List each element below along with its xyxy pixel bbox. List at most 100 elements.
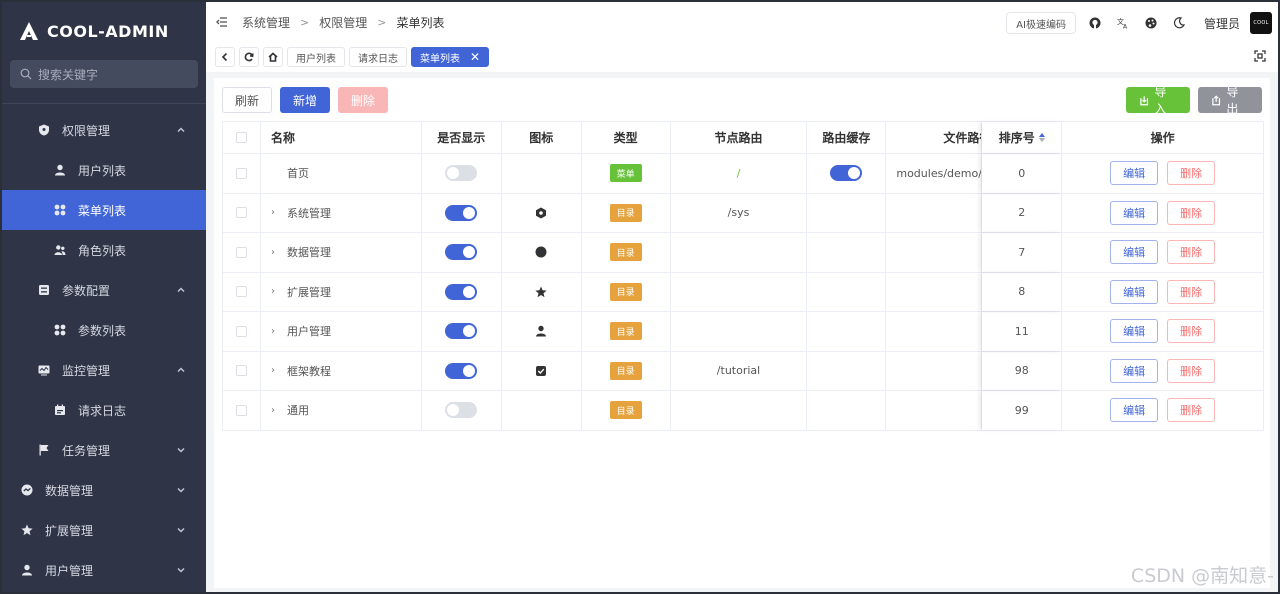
collapse-menu-icon[interactable]	[216, 14, 232, 30]
chevron-down-icon	[176, 564, 186, 574]
log-icon	[53, 403, 67, 417]
edit-button[interactable]: 编辑	[1110, 358, 1159, 383]
sidebar-item[interactable]: 用户列表	[2, 150, 206, 190]
row-checkbox[interactable]	[223, 351, 261, 390]
row-checkbox[interactable]	[223, 391, 261, 430]
refresh-button[interactable]: 刷新	[222, 87, 273, 113]
cell-name: 首页	[261, 154, 422, 193]
cell-name: › 数据管理	[261, 233, 422, 272]
close-icon[interactable]: ✕	[470, 51, 480, 63]
row-name: 通用	[286, 404, 309, 418]
cell-actions: 编辑 删除	[1062, 193, 1264, 232]
home-button[interactable]	[263, 47, 283, 67]
type-tag: 目录	[609, 361, 642, 380]
tab-item[interactable]: 用户列表	[287, 47, 345, 67]
edit-button[interactable]: 编辑	[1110, 279, 1159, 304]
cell-name: › 扩展管理	[261, 272, 422, 311]
row-delete-button[interactable]: 删除	[1167, 161, 1216, 186]
delete-button[interactable]: 删除	[338, 87, 389, 113]
show-toggle[interactable]	[445, 362, 478, 379]
header-type: 类型	[582, 122, 671, 153]
refresh-page-button[interactable]	[239, 47, 259, 67]
show-toggle[interactable]	[445, 323, 478, 340]
row-delete-button[interactable]: 删除	[1167, 200, 1216, 225]
cell-sort: 2	[982, 193, 1063, 232]
expand-chevron-icon[interactable]: ›	[271, 326, 281, 337]
header-sort[interactable]: 排序号	[982, 122, 1063, 153]
export-icon	[1212, 94, 1221, 105]
sidebar-item[interactable]: 菜单列表	[2, 190, 206, 230]
select-all-checkbox[interactable]	[223, 122, 261, 153]
sidebar-item-label: 数据管理	[45, 483, 94, 498]
row-checkbox[interactable]	[223, 233, 261, 272]
sidebar-item[interactable]: 监控管理	[2, 350, 206, 390]
cell-type: 目录	[582, 233, 671, 272]
fullscreen-icon[interactable]	[1254, 50, 1268, 64]
github-icon[interactable]	[1086, 14, 1104, 32]
row-name: 扩展管理	[286, 285, 331, 299]
row-delete-button[interactable]: 删除	[1167, 279, 1216, 304]
tab-prev-button[interactable]	[215, 47, 235, 67]
monitor-icon	[37, 363, 51, 377]
sidebar-item[interactable]: 权限管理	[2, 110, 206, 150]
import-button[interactable]: 导入	[1126, 85, 1190, 116]
show-toggle[interactable]	[445, 283, 478, 300]
edit-button[interactable]: 编辑	[1110, 240, 1159, 265]
avatar[interactable]: COOL	[1250, 12, 1272, 34]
sidebar-item[interactable]: 参数配置	[2, 270, 206, 310]
expand-chevron-icon[interactable]: ›	[271, 247, 281, 258]
translate-icon[interactable]: 文A	[1114, 14, 1132, 32]
cell-file	[886, 391, 983, 430]
show-toggle[interactable]	[445, 244, 478, 261]
sidebar-item[interactable]: 任务管理	[2, 430, 206, 470]
row-delete-button[interactable]: 删除	[1167, 319, 1216, 344]
edit-button[interactable]: 编辑	[1110, 398, 1159, 423]
row-checkbox[interactable]	[223, 272, 261, 311]
breadcrumb-item[interactable]: 系统管理	[242, 14, 290, 31]
sidebar-search-input[interactable]: 搜索关键字	[10, 60, 198, 88]
row-delete-button[interactable]: 删除	[1167, 398, 1216, 423]
edit-button[interactable]: 编辑	[1110, 161, 1159, 186]
expand-chevron-icon[interactable]: ›	[271, 365, 281, 376]
row-checkbox[interactable]	[223, 193, 261, 232]
add-button[interactable]: 新增	[280, 87, 331, 113]
edit-button[interactable]: 编辑	[1110, 319, 1159, 344]
sidebar-item-label: 监控管理	[62, 363, 111, 378]
ai-coding-button[interactable]: AI极速编码	[1006, 12, 1076, 34]
cell-sort: 99	[982, 391, 1063, 430]
row-delete-button[interactable]: 删除	[1167, 358, 1216, 383]
logo[interactable]: COOL-ADMIN	[2, 2, 206, 60]
expand-chevron-icon[interactable]: ›	[271, 405, 281, 416]
show-toggle[interactable]	[445, 165, 478, 182]
sort-caret-icon[interactable]	[1038, 133, 1045, 142]
user-name[interactable]: 管理员	[1204, 15, 1240, 32]
expand-chevron-icon[interactable]: ›	[271, 286, 281, 297]
tab-item[interactable]: 请求日志	[349, 47, 407, 67]
dark-mode-moon-icon[interactable]	[1170, 14, 1188, 32]
sidebar-item[interactable]: 请求日志	[2, 390, 206, 430]
search-placeholder: 搜索关键字	[38, 67, 99, 82]
sidebar-item[interactable]: 用户管理	[2, 550, 206, 590]
data-icon	[20, 483, 34, 497]
cell-name: › 通用	[261, 391, 422, 430]
export-button[interactable]: 导出	[1198, 85, 1262, 116]
breadcrumb-item[interactable]: 权限管理	[319, 14, 367, 31]
tab-item[interactable]: 菜单列表 ✕	[411, 47, 490, 67]
show-toggle[interactable]	[445, 402, 478, 419]
row-delete-button[interactable]: 删除	[1167, 240, 1216, 265]
expand-chevron-icon[interactable]: ›	[271, 207, 281, 218]
edit-button[interactable]: 编辑	[1110, 200, 1159, 225]
palette-icon[interactable]	[1142, 14, 1160, 32]
sidebar-item[interactable]: 数据管理	[2, 470, 206, 510]
row-checkbox[interactable]	[223, 312, 261, 351]
sidebar-item[interactable]: 参数列表	[2, 310, 206, 350]
sidebar-item[interactable]: 角色列表	[2, 230, 206, 270]
sidebar-item[interactable]: 扩展管理	[2, 510, 206, 550]
header-file: 文件路径	[886, 122, 983, 153]
row-checkbox[interactable]	[223, 154, 261, 193]
cache-toggle[interactable]	[830, 165, 863, 182]
users-icon	[53, 243, 67, 257]
cell-file	[886, 312, 983, 351]
show-toggle[interactable]	[445, 204, 478, 221]
grid-icon	[53, 323, 67, 337]
